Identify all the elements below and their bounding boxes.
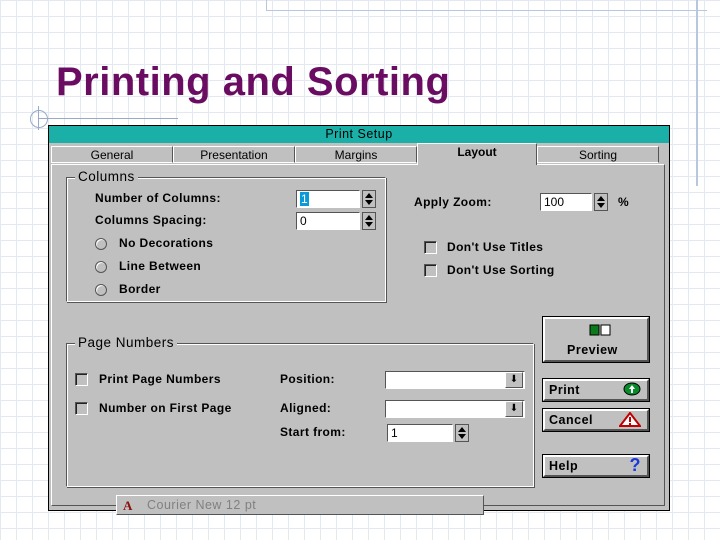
columns-spacing-spinner[interactable] — [362, 212, 376, 230]
page-numbers-legend: Page Numbers — [75, 335, 178, 350]
radio-no-decorations[interactable] — [95, 238, 107, 250]
preview-label: Preview — [567, 343, 618, 357]
dialog-titlebar[interactable]: Print Setup — [49, 126, 669, 143]
layout-panel: Columns Number of Columns: 1 Columns Spa… — [51, 164, 665, 515]
print-page-numbers-checkbox[interactable] — [75, 373, 88, 386]
font-button-label: Courier New 12 pt — [147, 498, 257, 512]
print-setup-dialog: Print Setup General Presentation Margins… — [48, 125, 670, 515]
apply-zoom-label: Apply Zoom: — [414, 195, 492, 209]
dont-use-sorting-label: Don't Use Sorting — [447, 263, 555, 277]
dont-use-sorting-checkbox[interactable] — [424, 264, 437, 277]
position-combo[interactable] — [385, 371, 525, 389]
title-underline — [38, 118, 178, 119]
spin-up-icon — [597, 196, 605, 201]
number-first-page-label: Number on First Page — [99, 401, 232, 415]
cancel-label: Cancel — [549, 413, 593, 427]
start-from-spinner[interactable] — [455, 424, 469, 442]
page-numbers-group: Page Numbers Print Page Numbers Position… — [66, 335, 534, 487]
cancel-button[interactable]: Cancel — [542, 408, 650, 432]
apply-zoom-spinner[interactable] — [594, 193, 608, 211]
position-label: Position: — [280, 372, 335, 386]
print-button[interactable]: Print — [542, 378, 650, 402]
warning-icon — [617, 411, 643, 430]
dont-use-titles-checkbox[interactable] — [424, 241, 437, 254]
help-button[interactable]: Help ? — [542, 454, 650, 478]
aligned-combo[interactable] — [385, 400, 525, 418]
tab-strip: General Presentation Margins Layout Sort… — [49, 143, 669, 165]
decorative-frame — [266, 0, 707, 11]
position-dropdown-icon[interactable]: ⬇ — [505, 372, 523, 388]
book-icon — [589, 323, 611, 340]
spin-down-icon — [458, 434, 466, 439]
num-columns-spinner[interactable] — [362, 190, 376, 208]
print-label: Print — [549, 383, 580, 397]
help-label: Help — [549, 459, 579, 473]
preview-button[interactable]: Preview — [542, 316, 650, 363]
apply-zoom-input[interactable]: 100 — [540, 193, 592, 211]
radio-line-between-label: Line Between — [119, 259, 202, 273]
aligned-dropdown-icon[interactable]: ⬇ — [505, 401, 523, 417]
spin-up-icon — [458, 427, 466, 432]
dont-use-titles-label: Don't Use Titles — [447, 240, 544, 254]
slide-title: Printing and Sorting — [56, 60, 451, 104]
spin-down-icon — [365, 200, 373, 205]
number-first-page-checkbox[interactable] — [75, 402, 88, 415]
start-from-input[interactable]: 1 — [387, 424, 453, 442]
spin-up-icon — [365, 193, 373, 198]
radio-no-decorations-label: No Decorations — [119, 236, 214, 250]
spin-up-icon — [365, 215, 373, 220]
font-icon: A — [123, 498, 133, 513]
tab-margins[interactable]: Margins — [295, 146, 417, 163]
columns-legend: Columns — [75, 169, 138, 184]
num-columns-label: Number of Columns: — [95, 191, 221, 205]
tab-sorting[interactable]: Sorting — [537, 146, 659, 163]
spin-down-icon — [365, 222, 373, 227]
columns-group: Columns Number of Columns: 1 Columns Spa… — [66, 169, 386, 302]
radio-line-between[interactable] — [95, 261, 107, 273]
title-decor-circle — [30, 110, 48, 128]
spin-down-icon — [597, 203, 605, 208]
decorative-line — [696, 0, 698, 186]
num-columns-input[interactable]: 1 — [296, 190, 360, 208]
columns-spacing-label: Columns Spacing: — [95, 213, 207, 227]
zoom-unit: % — [618, 195, 630, 209]
tab-presentation[interactable]: Presentation — [173, 146, 295, 163]
print-go-icon — [623, 382, 641, 399]
print-page-numbers-label: Print Page Numbers — [99, 372, 221, 386]
radio-border[interactable] — [95, 284, 107, 296]
tab-general[interactable]: General — [51, 146, 173, 163]
start-from-label: Start from: — [280, 425, 346, 439]
tab-layout[interactable]: Layout — [417, 143, 537, 165]
question-icon: ? — [629, 455, 641, 475]
font-button[interactable]: A Courier New 12 pt — [116, 495, 484, 515]
columns-spacing-input[interactable]: 0 — [296, 212, 360, 230]
radio-border-label: Border — [119, 282, 161, 296]
aligned-label: Aligned: — [280, 401, 332, 415]
